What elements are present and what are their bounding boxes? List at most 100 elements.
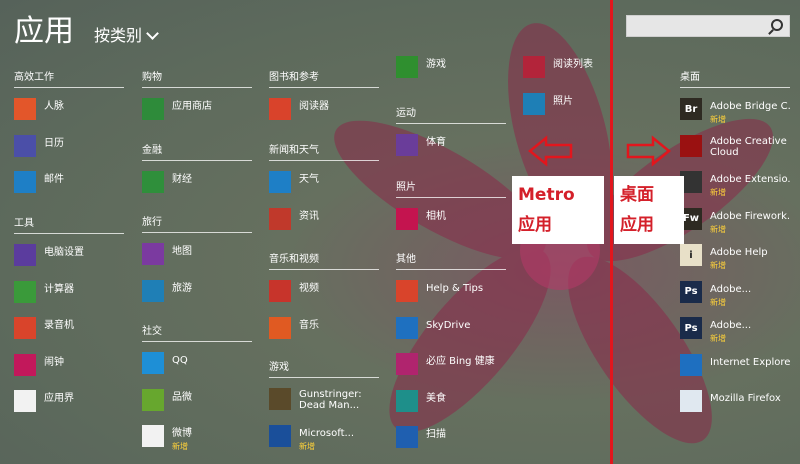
app-tile[interactable]: 美食	[396, 389, 506, 416]
app-world-icon	[14, 390, 36, 412]
app-tile[interactable]: Mozilla Firefox	[680, 390, 790, 416]
icon-badge: Br	[684, 103, 698, 115]
app-tile[interactable]: 录音机	[14, 317, 124, 343]
app-tile[interactable]: 音乐	[269, 316, 379, 343]
app-tile[interactable]: 应用商店	[142, 98, 252, 124]
app-tile[interactable]: Ps Adobe... 新增	[680, 280, 790, 307]
app-tile[interactable]: QQ	[142, 352, 252, 378]
search-icon[interactable]	[771, 19, 783, 31]
app-tile[interactable]: 视频	[269, 280, 379, 306]
group-header: 旅行	[142, 213, 252, 233]
app-label: SkyDrive	[426, 319, 471, 331]
new-badge: 新增	[299, 441, 315, 451]
app-label: 相机	[426, 211, 446, 222]
weather-icon	[269, 171, 291, 193]
group-header: 照片	[396, 178, 506, 198]
food-icon	[396, 389, 418, 412]
app-tile[interactable]: i Adobe Help 新增	[680, 244, 790, 270]
app-tile[interactable]: Internet Explorer	[680, 353, 790, 380]
group-header: 桌面	[680, 68, 790, 88]
app-tile[interactable]: 照片	[523, 92, 633, 119]
app-tile[interactable]: 阅读列表	[523, 56, 633, 82]
app-tile[interactable]: 地图	[142, 243, 252, 269]
health-icon	[396, 353, 418, 375]
photos-icon	[523, 92, 545, 115]
app-tile[interactable]: 相机	[396, 208, 506, 234]
app-tile[interactable]: 邮件	[14, 171, 124, 197]
app-tile[interactable]: Br Adobe Bridge C... 新增	[680, 98, 790, 124]
app-group: 工具电脑设置计算器录音机闹钟应用界	[14, 214, 124, 427]
new-badge: 新增	[710, 188, 726, 197]
app-tile[interactable]: 闹钟	[14, 353, 124, 380]
app-tile[interactable]: 必应 Bing 健康	[396, 353, 506, 379]
app-tile[interactable]: Adobe Extensio... 新增	[680, 171, 790, 197]
app-label: Adobe Help	[710, 247, 768, 258]
store-icon	[142, 98, 164, 120]
app-group: 游戏 Gunstringer: Dead Man... Microsoft... 新增	[269, 358, 379, 461]
app-tile[interactable]: Ps Adobe... 新增	[680, 317, 790, 343]
group-header: 高效工作	[14, 68, 124, 88]
right-arrow-icon	[626, 135, 671, 167]
app-tile[interactable]: 微博 新增	[142, 425, 252, 451]
left-arrow-icon	[528, 135, 573, 167]
app-tile[interactable]: 天气	[269, 171, 379, 197]
new-badge: 新增	[172, 442, 188, 451]
app-tile[interactable]: 资讯	[269, 207, 379, 234]
gear-icon	[14, 244, 36, 266]
news-icon	[269, 207, 291, 230]
app-tile[interactable]: 扫描	[396, 426, 506, 452]
app-tile[interactable]: 体育	[396, 134, 506, 160]
app-tile[interactable]: 计算器	[14, 280, 124, 307]
app-tile[interactable]: Help & Tips	[396, 280, 506, 306]
desktop-apps-label: 桌面 应用	[614, 176, 684, 244]
firefox-icon	[680, 390, 702, 412]
app-tile[interactable]: 游戏	[396, 56, 506, 82]
creative-cloud-icon	[680, 134, 702, 157]
app-tile[interactable]: 品微	[142, 388, 252, 415]
app-tile[interactable]: 旅游	[142, 279, 252, 306]
app-group: 高效工作人脉日历邮件	[14, 68, 124, 208]
app-tile[interactable]: 人脉	[14, 98, 124, 124]
app-label: 扫描	[426, 429, 446, 440]
app-tile[interactable]: SkyDrive	[396, 316, 506, 343]
page-title: 应用	[14, 14, 74, 49]
group-header: 工具	[14, 214, 124, 234]
app-label: 应用商店	[172, 101, 212, 112]
app-tile[interactable]: Gunstringer: Dead Man...	[269, 388, 379, 414]
new-badge: 新增	[710, 224, 726, 234]
sort-dropdown[interactable]: 按类别	[94, 22, 159, 46]
app-tile[interactable]: 电脑设置	[14, 244, 124, 270]
search-box[interactable]	[626, 15, 790, 37]
travel-icon	[142, 279, 164, 302]
app-tile[interactable]: 财经	[142, 171, 252, 197]
app-label: Microsoft...	[299, 427, 355, 439]
app-label: 天气	[299, 174, 319, 185]
app-tile[interactable]: 应用界	[14, 390, 124, 416]
app-label: Adobe...	[710, 320, 752, 331]
app-group: 运动 体育	[396, 104, 506, 171]
new-badge: 新增	[710, 297, 726, 307]
icon-badge: Ps	[684, 286, 698, 297]
app-group: 其他 Help & Tips SkyDrive 必应 Bing 健康 美食 扫描	[396, 250, 506, 463]
app-tile[interactable]: 日历	[14, 134, 124, 161]
icon-badge: Ps	[684, 322, 698, 334]
app-label: 阅读列表	[553, 59, 593, 70]
calculator-icon	[14, 280, 36, 303]
app-label: 人脉	[44, 101, 64, 112]
app-group: 新闻和天气 天气 资讯	[269, 141, 379, 244]
desktop-label-line2: 应用	[620, 215, 654, 235]
xbox-icon	[396, 56, 418, 78]
app-label: 录音机	[44, 320, 74, 331]
app-label: 美食	[426, 392, 446, 404]
people-icon	[14, 98, 36, 120]
app-tile[interactable]: 阅读器	[269, 98, 379, 124]
app-tile[interactable]: Adobe Creative Cloud	[680, 134, 790, 161]
app-tile[interactable]: Fw Adobe Firework... 新增	[680, 207, 790, 234]
trophy-icon	[396, 134, 418, 156]
app-label: 日历	[44, 137, 64, 149]
solitaire-icon	[269, 424, 291, 447]
app-tile[interactable]: Microsoft... 新增	[269, 424, 379, 451]
app-group: 旅行 地图 旅游	[142, 213, 252, 316]
app-label: 视频	[299, 283, 319, 294]
group-header: 游戏	[269, 358, 379, 378]
